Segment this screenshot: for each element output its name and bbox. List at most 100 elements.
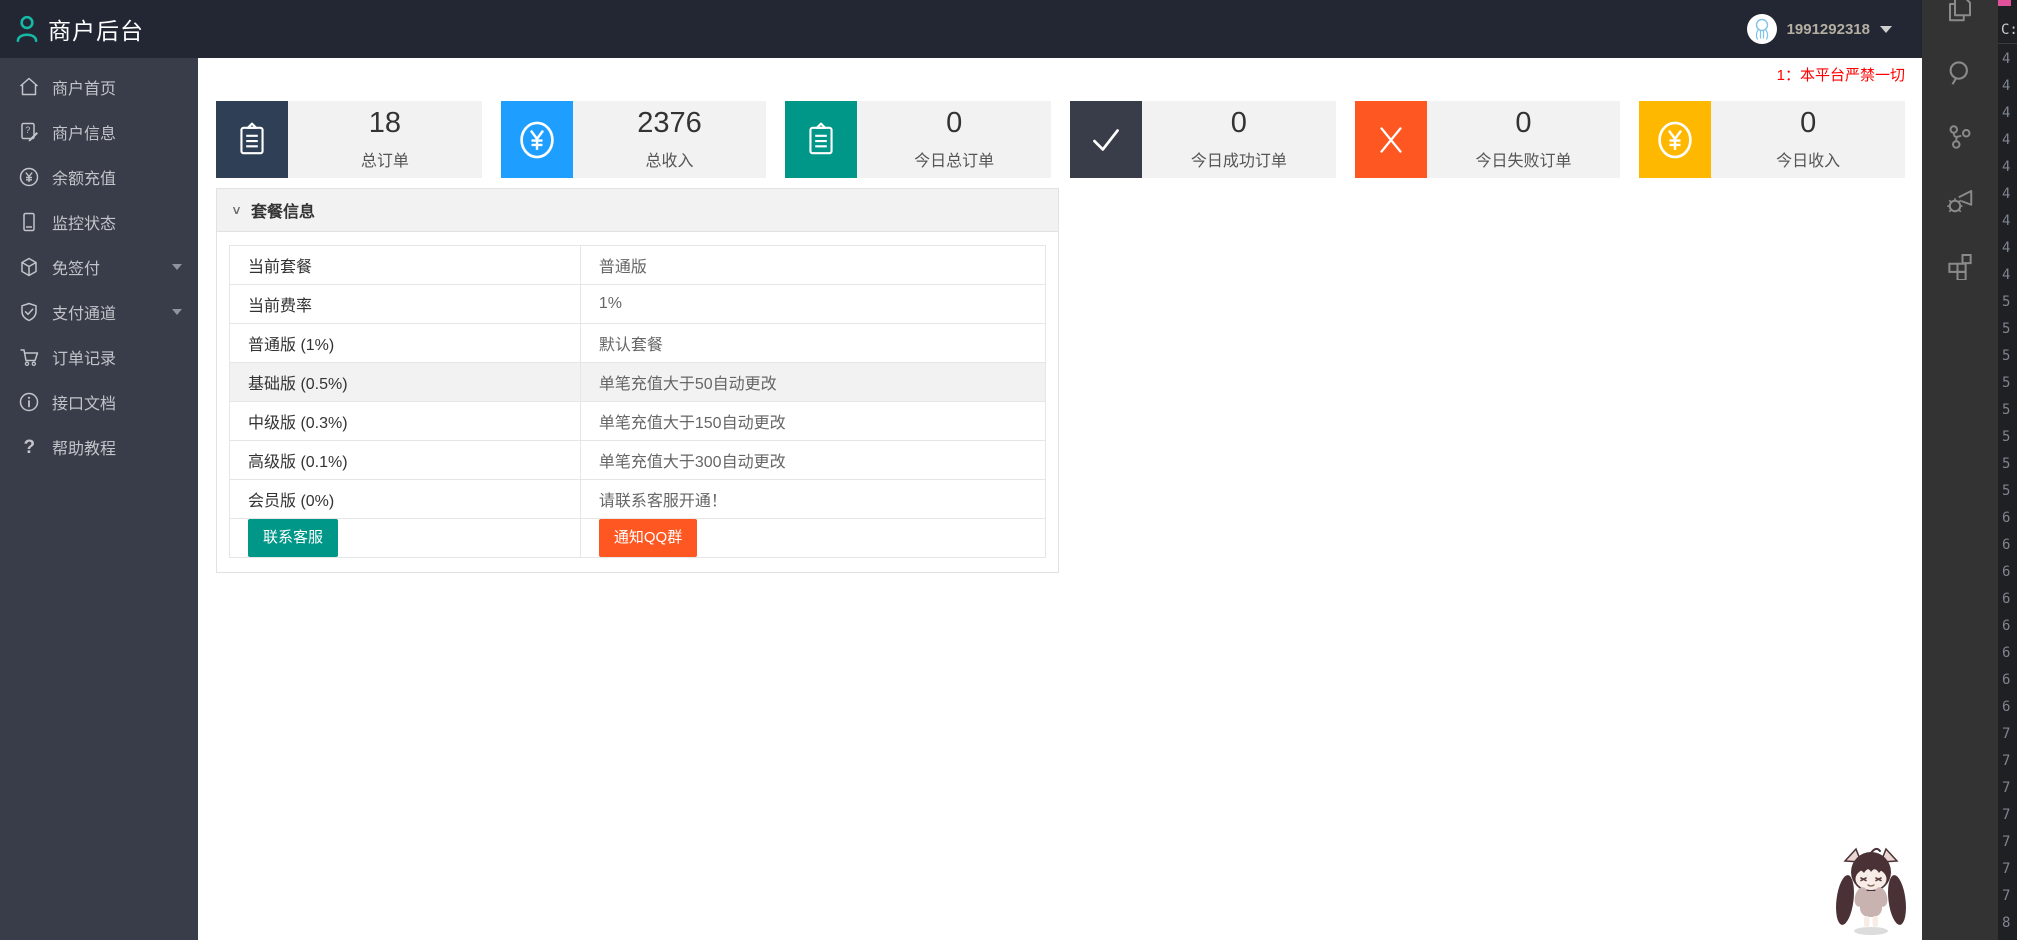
svg-text:?: ? xyxy=(25,125,30,135)
editor-line-number: 6 xyxy=(2002,564,2011,580)
editor-line-number: 7 xyxy=(2002,834,2011,850)
editor-line-number: 6 xyxy=(2002,537,2011,553)
sidebar-item-label: 商户信息 xyxy=(52,125,117,143)
shield-check-icon xyxy=(21,302,37,321)
editor-path-label: C: xyxy=(2001,22,2017,38)
panel-header[interactable]: ∨ 套餐信息 xyxy=(217,189,1058,232)
yen-circle-icon xyxy=(1639,101,1712,178)
editor-line-numbers: 4 4 4 4 4 4 4 4 4 5 5 5 5 5 5 5 5 6 6 6 6 6 6 6 6 7 7 7 7 7 7 7 8 xyxy=(2002,46,2010,937)
stat-label: 总订单 xyxy=(360,152,409,170)
svg-text:?: ? xyxy=(24,437,36,458)
row-value: 1% xyxy=(579,284,1047,324)
app-logo: 商户后台 xyxy=(0,12,144,46)
stat-card-today-orders: 0 今日总订单 xyxy=(785,101,1051,178)
sidebar-item-label: 帮助教程 xyxy=(52,440,117,458)
editor-line-number: 5 xyxy=(2002,321,2011,337)
editor-line-number: 8 xyxy=(2002,915,2011,931)
editor-line-number: 6 xyxy=(2002,510,2011,526)
chevron-down-icon xyxy=(172,309,182,315)
stat-label: 今日总订单 xyxy=(914,152,995,170)
qq-group-button[interactable]: 通知QQ群 xyxy=(598,519,698,557)
sidebar-item-recharge[interactable]: 余额充值 xyxy=(0,154,198,199)
cube-icon xyxy=(21,257,37,276)
avatar[interactable] xyxy=(1746,14,1777,44)
sidebar-item-label: 监控状态 xyxy=(52,215,117,233)
screen: 商户后台 1991292318 商户首页 ? 商户信息 余额充值 监控状态 免签… xyxy=(0,0,2017,940)
table-row: 普通版 (1%) 默认套餐 xyxy=(229,323,1047,363)
mobile-monitor-icon xyxy=(23,212,35,231)
sidebar-item-nosign-pay[interactable]: 免签付 xyxy=(0,244,198,289)
search-icon[interactable] xyxy=(1945,58,1975,88)
editor-line-number: 4 xyxy=(2002,186,2011,202)
sidebar-item-label: 接口文档 xyxy=(52,395,117,413)
stat-value: 18 xyxy=(368,106,401,139)
sidebar-item-label: 余额充值 xyxy=(52,170,117,188)
editor-line-number: 4 xyxy=(2002,267,2011,283)
editor-line-number: 7 xyxy=(2002,888,2011,904)
chevron-down-icon: ∨ xyxy=(231,203,242,218)
sidebar-item-help[interactable]: ? 帮助教程 xyxy=(0,424,198,469)
editor-line-number: 7 xyxy=(2002,861,2011,877)
table-row: 高级版 (0.1%) 单笔充值大于300自动更改 xyxy=(229,440,1047,480)
table-row: 当前套餐 普通版 xyxy=(229,245,1047,285)
user-menu[interactable]: 1991292318 xyxy=(1746,14,1922,44)
contact-support-button[interactable]: 联系客服 xyxy=(248,519,339,557)
chibi-girl-mascot xyxy=(1836,847,1906,935)
clipboard-icon xyxy=(785,101,858,178)
table-row: 会员版 (0%) 请联系客服开通！ xyxy=(229,479,1047,519)
top-header: 商户后台 1991292318 xyxy=(0,0,1922,58)
sidebar-item-orders[interactable]: 订单记录 xyxy=(0,334,198,379)
doodle-avatar-icon xyxy=(1755,18,1768,40)
stat-value: 0 xyxy=(1515,106,1532,139)
sidebar-item-api-docs[interactable]: 接口文档 xyxy=(0,379,198,424)
question-icon: ? xyxy=(24,437,36,458)
stat-label: 总收入 xyxy=(645,152,694,170)
editor-line-number: 4 xyxy=(2002,105,2011,121)
document-edit-icon: ? xyxy=(21,122,38,141)
panel-title: 套餐信息 xyxy=(250,204,315,221)
stat-value: 0 xyxy=(946,106,963,139)
table-row: 当前费率 1% xyxy=(229,284,1047,324)
page-title: 商户后台 xyxy=(48,18,144,44)
row-name: 会员版 (0%) xyxy=(229,479,581,519)
stat-value: 2376 xyxy=(637,106,702,139)
info-circle-icon xyxy=(19,392,39,411)
editor-line-number: 4 xyxy=(2002,132,2011,148)
editor-line-number: 5 xyxy=(2002,348,2011,364)
debug-icon[interactable] xyxy=(1945,186,1975,216)
close-icon xyxy=(1354,101,1427,178)
yen-circle-icon xyxy=(500,101,573,178)
stat-card-today-success: 0 今日成功订单 xyxy=(1069,101,1336,178)
editor-line-number: 7 xyxy=(2002,726,2011,742)
package-info-panel: ∨ 套餐信息 当前套餐 普通版 当前费率 1% 普通版 (1%) 默认套餐 基础… xyxy=(216,188,1059,573)
stat-cards-row: 18 总订单 2376 总收入 0 今日总订单 0 今日成功订单 0 今日失败订… xyxy=(216,101,1905,178)
files-icon[interactable] xyxy=(1945,0,1975,24)
sidebar-item-pay-channel[interactable]: 支付通道 xyxy=(0,289,198,334)
main-content: 1：本平台严禁一切 18 总订单 2376 总收入 0 今日总订单 0 今日成功… xyxy=(198,58,1922,940)
editor-line-number: 6 xyxy=(2002,672,2011,688)
sidebar-item-merchant-info[interactable]: ? 商户信息 xyxy=(0,109,198,154)
editor-line-number: 4 xyxy=(2002,51,2011,67)
editor-line-number: 5 xyxy=(2002,456,2011,472)
sidebar-item-home[interactable]: 商户首页 xyxy=(0,64,198,109)
editor-line-number: 6 xyxy=(2002,618,2011,634)
row-name: 当前费率 xyxy=(229,284,581,324)
editor-line-number: 7 xyxy=(2002,780,2011,796)
extensions-icon[interactable] xyxy=(1945,250,1975,280)
home-icon xyxy=(20,77,38,95)
editor-line-number: 4 xyxy=(2002,159,2011,175)
stat-card-total-income: 2376 总收入 xyxy=(500,101,767,178)
editor-line-number: 7 xyxy=(2002,753,2011,769)
row-value: 单笔充值大于50自动更改 xyxy=(579,362,1047,402)
vscode-window-edge: C: 4 4 4 4 4 4 4 4 4 5 5 5 5 5 5 5 5 6 6 6 6 6 6 6 6 7 7 7 7 7 7 7 8 xyxy=(1922,0,2017,940)
sidebar-item-monitor[interactable]: 监控状态 xyxy=(0,199,198,244)
panel-content: 当前套餐 普通版 当前费率 1% 普通版 (1%) 默认套餐 基础版 (0.5%… xyxy=(217,232,1058,572)
chevron-down-icon xyxy=(172,264,182,270)
table-row: 中级版 (0.3%) 单笔充值大于150自动更改 xyxy=(229,401,1047,441)
editor-line-number: 5 xyxy=(2002,402,2011,418)
source-control-icon[interactable] xyxy=(1945,122,1975,152)
package-table: 当前套餐 普通版 当前费率 1% 普通版 (1%) 默认套餐 基础版 (0.5%… xyxy=(229,245,1047,558)
sidebar-item-label: 订单记录 xyxy=(52,350,117,368)
stat-label: 今日收入 xyxy=(1776,152,1841,170)
sidebar-nav: 商户首页 ? 商户信息 余额充值 监控状态 免签付 支付通道 订单记录 接口文档… xyxy=(0,58,198,940)
